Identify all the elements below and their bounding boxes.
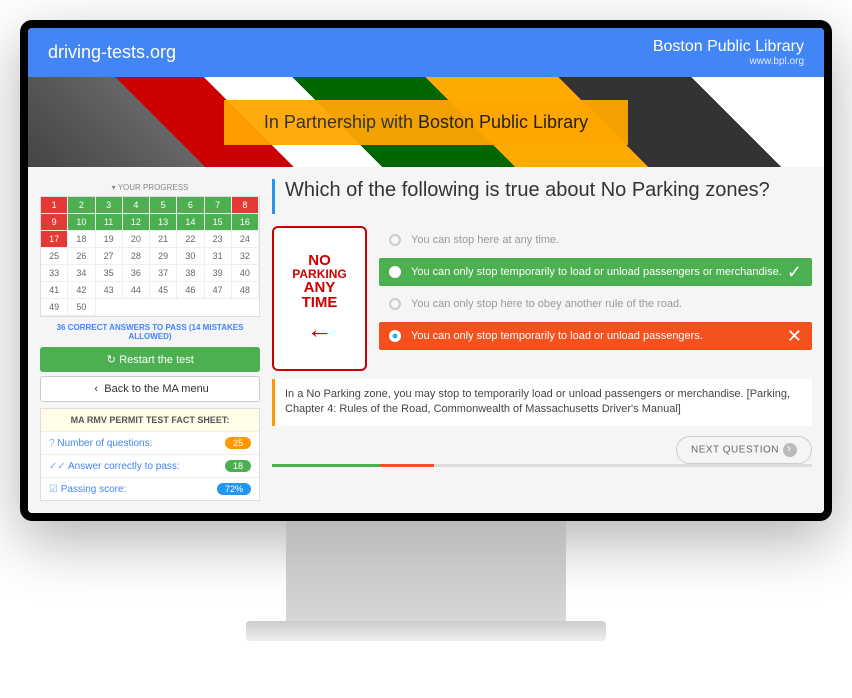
progress-cell[interactable]: 47 [205, 282, 232, 299]
main-panel: Which of the following is true about No … [272, 179, 812, 501]
no-parking-sign: NO PARKING ANY TIME ← [272, 226, 367, 371]
progress-cell[interactable]: 25 [41, 248, 68, 265]
next-question-button[interactable]: NEXT QUESTION [676, 436, 812, 464]
progress-cell[interactable]: 5 [150, 197, 177, 214]
library-info: Boston Public Library www.bpl.org [653, 38, 804, 67]
progress-cell[interactable]: 21 [150, 231, 177, 248]
progress-cell[interactable]: 35 [96, 265, 123, 282]
progress-cell[interactable]: 30 [177, 248, 204, 265]
progress-cell[interactable]: 29 [150, 248, 177, 265]
arrow-left-icon: ← [307, 314, 333, 345]
progress-cell[interactable]: 34 [68, 265, 95, 282]
radio-icon [389, 330, 401, 342]
header: driving-tests.org Boston Public Library … [28, 28, 824, 77]
progress-cell[interactable]: 19 [96, 231, 123, 248]
progress-cell[interactable]: 23 [205, 231, 232, 248]
progress-cell[interactable]: 27 [96, 248, 123, 265]
radio-icon [389, 234, 401, 246]
progress-cell[interactable]: 31 [205, 248, 232, 265]
library-url: www.bpl.org [653, 56, 804, 67]
explanation: In a No Parking zone, you may stop to te… [272, 379, 812, 426]
progress-cell[interactable]: 46 [177, 282, 204, 299]
partnership-banner: In Partnership with Boston Public Librar… [28, 77, 824, 167]
progress-cell[interactable]: 45 [150, 282, 177, 299]
arrow-right-icon [783, 443, 797, 457]
progress-cell[interactable]: 16 [232, 214, 259, 231]
progress-cell[interactable]: 50 [68, 299, 95, 316]
fact-sheet: MA RMV PERMIT TEST FACT SHEET: ? Number … [40, 408, 260, 501]
screen: driving-tests.org Boston Public Library … [28, 28, 824, 513]
library-name: Boston Public Library [653, 38, 804, 56]
progress-grid: 1234567891011121314151617181920212223242… [40, 196, 260, 317]
progress-cell[interactable]: 9 [41, 214, 68, 231]
progress-cell[interactable]: 2 [68, 197, 95, 214]
question-progress-bar [272, 464, 812, 467]
progress-cell[interactable]: 48 [232, 282, 259, 299]
progress-cell[interactable]: 6 [177, 197, 204, 214]
fact-row: ☑ Passing score:72% [41, 477, 259, 500]
radio-icon [389, 298, 401, 310]
progress-cell[interactable]: 32 [232, 248, 259, 265]
progress-cell[interactable]: 13 [150, 214, 177, 231]
pass-note: 36 CORRECT ANSWERS TO PASS (14 MISTAKES … [40, 317, 260, 347]
progress-cell[interactable]: 7 [205, 197, 232, 214]
progress-cell[interactable]: 10 [68, 214, 95, 231]
progress-cell[interactable]: 4 [123, 197, 150, 214]
sidebar: ▾ YOUR PROGRESS 123456789101112131415161… [40, 179, 260, 501]
banner-text: In Partnership with Boston Public Librar… [224, 100, 628, 145]
fact-row: ? Number of questions:25 [41, 431, 259, 454]
progress-cell[interactable]: 44 [123, 282, 150, 299]
progress-cell[interactable]: 22 [177, 231, 204, 248]
answer-list: You can stop here at any time. You can on… [379, 226, 812, 371]
monitor-stand [286, 521, 566, 641]
progress-cell[interactable]: 20 [123, 231, 150, 248]
progress-cell[interactable]: 15 [205, 214, 232, 231]
progress-cell[interactable]: 18 [68, 231, 95, 248]
progress-cell[interactable]: 39 [205, 265, 232, 282]
refresh-icon: ↻ [106, 353, 116, 366]
answer-option[interactable]: You can only stop temporarily to load or… [379, 258, 812, 286]
monitor-frame: driving-tests.org Boston Public Library … [20, 20, 832, 521]
fact-row: ✓✓ Answer correctly to pass:18 [41, 454, 259, 477]
progress-cell[interactable]: 24 [232, 231, 259, 248]
fact-sheet-title: MA RMV PERMIT TEST FACT SHEET: [41, 409, 259, 431]
progress-cell[interactable]: 36 [123, 265, 150, 282]
progress-cell[interactable]: 49 [41, 299, 68, 316]
answer-option[interactable]: You can only stop here to obey another r… [379, 290, 812, 318]
progress-cell[interactable]: 1 [41, 197, 68, 214]
radio-icon [389, 266, 401, 278]
site-logo[interactable]: driving-tests.org [48, 42, 176, 63]
answer-option[interactable]: You can only stop temporarily to load or… [379, 322, 812, 350]
cross-icon: ✕ [787, 326, 802, 347]
answer-option[interactable]: You can stop here at any time. [379, 226, 812, 254]
content-area: ▾ YOUR PROGRESS 123456789101112131415161… [28, 167, 824, 513]
progress-cell[interactable]: 3 [96, 197, 123, 214]
progress-cell[interactable]: 11 [96, 214, 123, 231]
progress-cell[interactable]: 33 [41, 265, 68, 282]
progress-cell[interactable]: 37 [150, 265, 177, 282]
progress-label: ▾ YOUR PROGRESS [40, 179, 260, 196]
fact-badge: 25 [225, 437, 251, 449]
chevron-left-icon: ‹ [91, 383, 101, 395]
fact-badge: 18 [225, 460, 251, 472]
question-text: Which of the following is true about No … [272, 179, 812, 214]
progress-cell[interactable]: 38 [177, 265, 204, 282]
progress-cell[interactable]: 28 [123, 248, 150, 265]
progress-cell[interactable]: 17 [41, 231, 68, 248]
progress-cell[interactable]: 40 [232, 265, 259, 282]
progress-cell[interactable]: 8 [232, 197, 259, 214]
check-icon: ✓ [787, 262, 802, 283]
progress-cell[interactable]: 41 [41, 282, 68, 299]
back-button[interactable]: ‹ Back to the MA menu [40, 376, 260, 402]
progress-cell[interactable]: 14 [177, 214, 204, 231]
restart-button[interactable]: ↻ Restart the test [40, 347, 260, 372]
progress-cell[interactable]: 26 [68, 248, 95, 265]
progress-cell[interactable]: 43 [96, 282, 123, 299]
fact-badge: 72% [217, 483, 251, 495]
progress-cell[interactable]: 42 [68, 282, 95, 299]
progress-cell[interactable]: 12 [123, 214, 150, 231]
